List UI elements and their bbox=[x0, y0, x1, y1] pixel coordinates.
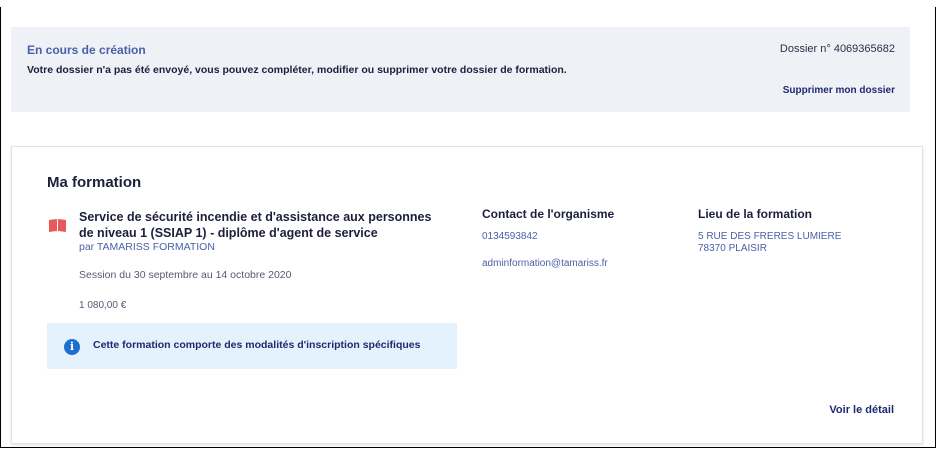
training-title[interactable]: Service de sécurité incendie et d'assist… bbox=[79, 209, 449, 241]
training-price: 1 080,00 € bbox=[79, 300, 127, 311]
location-title: Lieu de la formation bbox=[698, 207, 813, 221]
info-notice: i Cette formation comporte des modalités… bbox=[47, 323, 457, 369]
info-text: Cette formation comporte des modalités d… bbox=[93, 339, 421, 351]
contact-title: Contact de l'organisme bbox=[482, 207, 615, 221]
frame-top bbox=[0, 0, 936, 7]
training-provider: par TAMARISS FORMATION bbox=[79, 241, 215, 253]
status-banner: En cours de création Votre dossier n'a p… bbox=[11, 27, 910, 112]
info-icon: i bbox=[64, 339, 80, 355]
location-street: 5 RUE DES FRERES LUMIERE bbox=[698, 231, 842, 242]
book-icon bbox=[49, 219, 66, 232]
status-label: En cours de création bbox=[27, 43, 146, 57]
training-card: Ma formation Service de sécurité incendi… bbox=[11, 146, 923, 444]
dossier-number: Dossier n° 4069365682 bbox=[779, 43, 895, 55]
contact-email[interactable]: adminformation@tamariss.fr bbox=[482, 258, 608, 270]
status-message: Votre dossier n'a pas été envoyé, vous p… bbox=[27, 64, 567, 76]
delete-dossier-link[interactable]: Supprimer mon dossier bbox=[783, 85, 895, 96]
training-session: Session du 30 septembre au 14 octobre 20… bbox=[79, 269, 292, 281]
location-city: 78370 PLAISIR bbox=[698, 243, 767, 254]
contact-phone: 0134593842 bbox=[482, 231, 538, 242]
view-detail-link[interactable]: Voir le détail bbox=[829, 404, 894, 416]
card-heading: Ma formation bbox=[47, 174, 142, 191]
